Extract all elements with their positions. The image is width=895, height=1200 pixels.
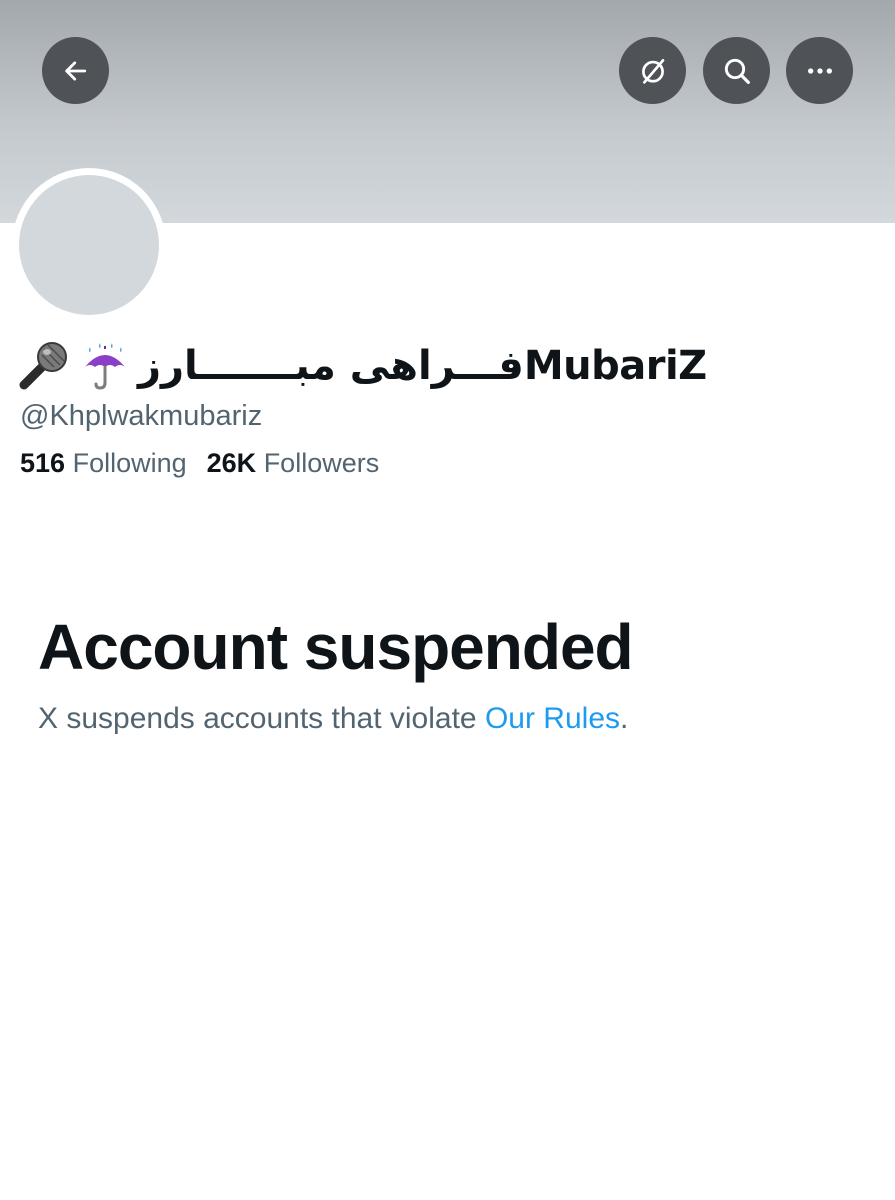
avatar[interactable] bbox=[19, 175, 159, 315]
followers-label: Followers bbox=[263, 448, 380, 478]
grok-icon bbox=[641, 58, 664, 84]
our-rules-link[interactable]: Our Rules bbox=[485, 702, 620, 735]
followers-link[interactable]: 26K Followers bbox=[207, 448, 380, 479]
search-icon bbox=[724, 58, 750, 84]
following-count: 516 bbox=[20, 448, 66, 478]
back-button[interactable] bbox=[42, 37, 109, 104]
suspension-message-prefix: X suspends accounts that violate bbox=[38, 702, 485, 735]
avatar-frame bbox=[12, 168, 166, 322]
followers-count: 26K bbox=[206, 448, 257, 478]
follow-stats: 516 Following 26K Followers bbox=[20, 448, 379, 479]
display-name-text: فـــراهی مبـــــــارزMubariZ bbox=[138, 343, 707, 389]
more-options-icon bbox=[807, 67, 832, 74]
more-options-button[interactable] bbox=[786, 37, 853, 104]
suspension-title: Account suspended bbox=[38, 611, 634, 683]
umbrella-with-rain-icon bbox=[80, 341, 130, 391]
back-arrow-icon bbox=[64, 61, 86, 80]
grok-button[interactable] bbox=[619, 37, 686, 104]
suspension-message-suffix: . bbox=[620, 702, 629, 735]
display-name: فـــراهی مبـــــــارزMubariZ bbox=[18, 338, 707, 394]
following-link[interactable]: 516 Following bbox=[20, 448, 187, 479]
microphone-icon bbox=[18, 341, 72, 391]
profile-page: فـــراهی مبـــــــارزMubariZ @Khplwakmub… bbox=[0, 0, 895, 1200]
following-label: Following bbox=[72, 448, 187, 478]
username-handle: @Khplwakmubariz bbox=[20, 400, 263, 432]
search-button[interactable] bbox=[703, 37, 770, 104]
suspension-message: X suspends accounts that violate Our Rul… bbox=[38, 702, 628, 736]
